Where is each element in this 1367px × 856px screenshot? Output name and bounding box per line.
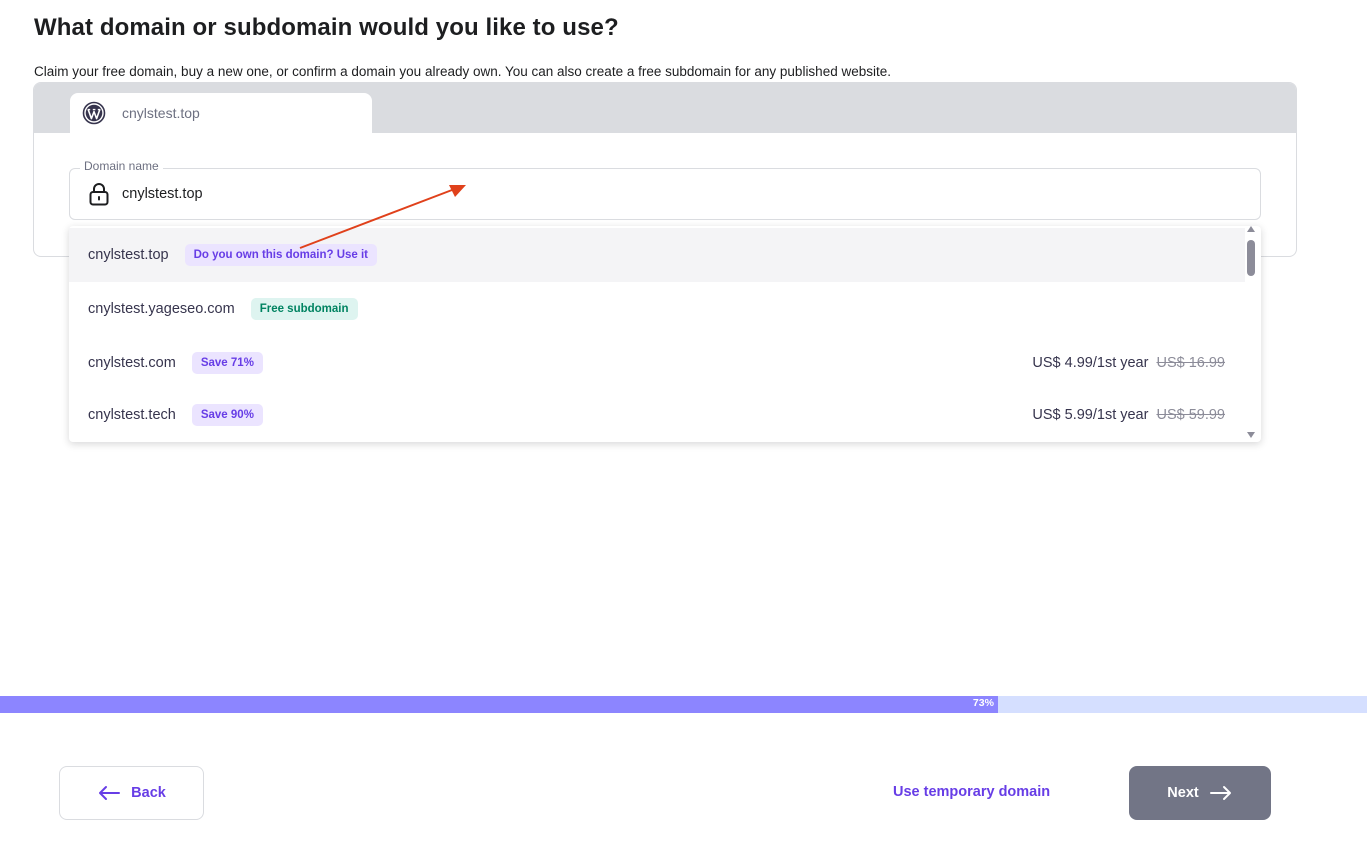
page: What domain or subdomain would you like …: [0, 0, 1367, 856]
suggestion-item-com[interactable]: cnylstest.com Save 71% US$ 4.99/1st year…: [69, 336, 1245, 390]
original-price: US$ 16.99: [1156, 355, 1225, 371]
site-tab-label: cnylstest.top: [122, 105, 200, 121]
suggestion-item-own-domain[interactable]: cnylstest.top Do you own this domain? Us…: [69, 228, 1245, 282]
domain-name-input[interactable]: [120, 185, 720, 203]
suggestion-domain: cnylstest.com: [88, 355, 176, 371]
suggestion-price: US$ 5.99/1st year US$ 59.99: [1032, 407, 1225, 423]
domain-name-legend: Domain name: [80, 159, 163, 173]
site-tab[interactable]: cnylstest.top: [70, 93, 372, 133]
progress-fill: 73%: [0, 696, 998, 713]
lock-icon: [89, 183, 109, 206]
suggestion-domain: cnylstest.yageseo.com: [88, 301, 235, 317]
suggestion-domain: cnylstest.top: [88, 247, 169, 263]
scrollbar-thumb[interactable]: [1247, 240, 1255, 276]
scroll-up-icon[interactable]: [1247, 226, 1255, 232]
back-button[interactable]: Back: [59, 766, 204, 820]
dropdown-scrollbar[interactable]: [1245, 226, 1257, 442]
discount-badge: Save 90%: [191, 403, 263, 427]
arrow-left-icon: [99, 786, 121, 800]
free-subdomain-badge: Free subdomain: [250, 297, 358, 321]
current-price: US$ 4.99/1st year: [1032, 355, 1149, 371]
page-title: What domain or subdomain would you like …: [34, 14, 619, 41]
use-temporary-domain-link[interactable]: Use temporary domain: [893, 784, 1050, 800]
discount-badge: Save 71%: [191, 351, 263, 375]
suggestion-domain: cnylstest.tech: [88, 407, 176, 423]
domain-suggestions-dropdown: cnylstest.top Do you own this domain? Us…: [69, 226, 1261, 442]
suggestion-price: US$ 4.99/1st year US$ 16.99: [1032, 355, 1225, 371]
suggestion-item-free-subdomain[interactable]: cnylstest.yageseo.com Free subdomain: [69, 282, 1245, 336]
own-domain-badge: Do you own this domain? Use it: [184, 243, 378, 267]
scroll-down-icon[interactable]: [1247, 432, 1255, 438]
arrow-right-icon: [1209, 786, 1231, 800]
domain-name-field[interactable]: [69, 168, 1261, 220]
progress-label: 73%: [972, 697, 994, 709]
wordpress-icon: [82, 101, 106, 125]
original-price: US$ 59.99: [1156, 407, 1225, 423]
page-subtitle: Claim your free domain, buy a new one, o…: [34, 64, 891, 79]
site-tab-bar: cnylstest.top: [34, 83, 1296, 133]
next-button-label: Next: [1167, 785, 1199, 801]
next-button[interactable]: Next: [1129, 766, 1271, 820]
back-button-label: Back: [131, 785, 166, 801]
progress-bar: 73%: [0, 696, 1367, 713]
suggestion-item-tech[interactable]: cnylstest.tech Save 90% US$ 5.99/1st yea…: [69, 388, 1245, 442]
current-price: US$ 5.99/1st year: [1032, 407, 1149, 423]
